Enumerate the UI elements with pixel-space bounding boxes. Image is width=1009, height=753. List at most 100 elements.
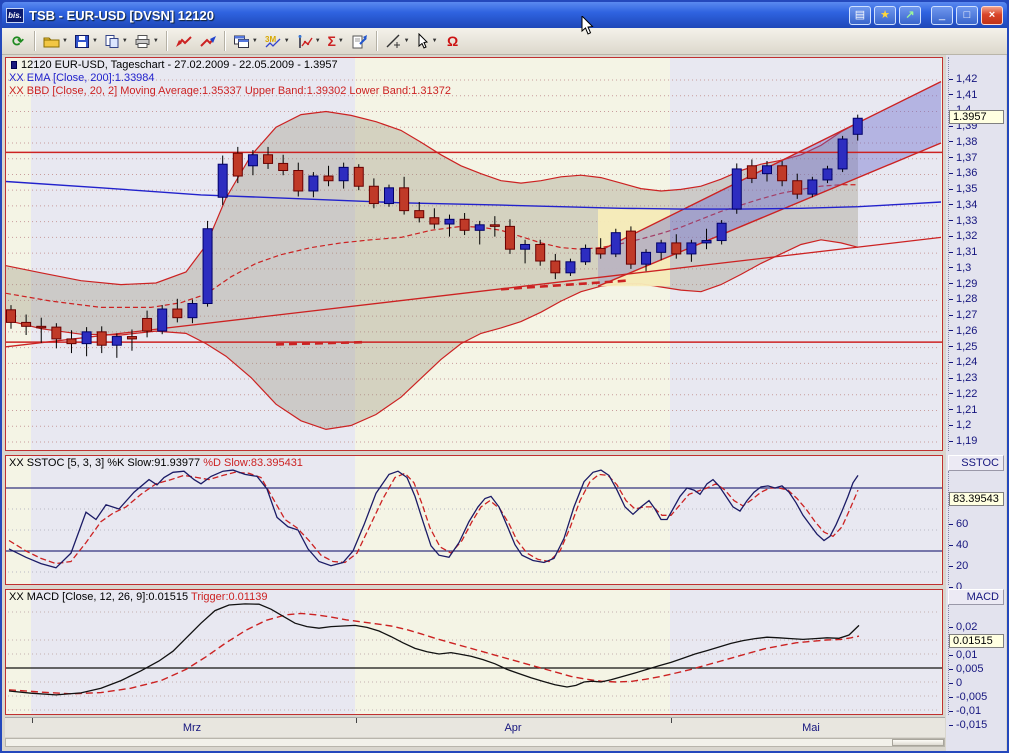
dropdown-arrow-icon[interactable]: ▼ xyxy=(62,38,68,44)
dropdown-arrow-icon[interactable]: ▼ xyxy=(92,38,98,44)
formula-sigma-icon: Σ xyxy=(327,34,335,48)
magnet-icon: Ω xyxy=(447,34,458,48)
axis-tick-label: 1,34 xyxy=(949,199,977,211)
properties-icon xyxy=(351,34,368,49)
properties-button[interactable] xyxy=(348,30,372,52)
chart-windows-icon xyxy=(233,34,250,49)
favorite-button[interactable]: ★ xyxy=(874,6,896,25)
chart-workspace: 12120 EUR-USD, Tageschart - 27.02.2009 -… xyxy=(2,55,1007,751)
dropdown-arrow-icon[interactable]: ▼ xyxy=(153,38,159,44)
axis-tick-label: 1,23 xyxy=(949,372,977,384)
time-axis-label: Mrz xyxy=(183,722,201,734)
axis-tick-label: 0,02 xyxy=(949,621,977,633)
mouse-cursor xyxy=(581,16,595,36)
axis-tick-label: 20 xyxy=(949,560,968,572)
main-price-chart[interactable]: 12120 EUR-USD, Tageschart - 27.02.2009 -… xyxy=(5,57,943,451)
current-value-box: 0.01515 xyxy=(949,634,1004,648)
study-button[interactable]: ▼ xyxy=(293,30,324,52)
axis-tick-label: 1,24 xyxy=(949,356,977,368)
application-window: bis. TSB - EUR-USD [DVSN] 12120 ▤ ★ ↗ _ … xyxy=(0,0,1009,753)
refresh-button[interactable]: ⟳ xyxy=(6,30,30,52)
sstoc-indicator-panel[interactable]: XX SSTOC [5, 3, 3] %K Slow:91.93977 %D S… xyxy=(5,455,943,585)
dropdown-arrow-icon[interactable]: ▼ xyxy=(122,38,128,44)
dropdown-arrow-icon[interactable]: ▼ xyxy=(404,38,410,44)
axis-tick-label: 0,01 xyxy=(949,649,977,661)
time-axis-tick xyxy=(671,718,672,723)
axis-tick-label: 1,38 xyxy=(949,136,977,148)
axis-tick-label: 1,37 xyxy=(949,152,977,164)
time-axis-tick xyxy=(356,718,357,723)
axis-tick-label: 1,31 xyxy=(949,246,977,258)
timeframe-icon: 3M xyxy=(264,34,282,49)
maximize-button[interactable]: □ xyxy=(956,6,978,25)
macd-legend-trigger: Trigger:0.01139 xyxy=(191,591,267,603)
axis-tick-label: 1,28 xyxy=(949,293,977,305)
dropdown-arrow-icon[interactable]: ▼ xyxy=(338,38,344,44)
axis-tick-label: 1,19 xyxy=(949,435,977,447)
close-button[interactable]: × xyxy=(981,6,1003,25)
axis-tick-label: 60 xyxy=(949,518,968,530)
axis-tick-label: 1,22 xyxy=(949,388,977,400)
open-button[interactable]: ▼ xyxy=(40,30,71,52)
toolbar-separator xyxy=(376,31,378,51)
minimize-button[interactable]: _ xyxy=(931,6,953,25)
link-button[interactable]: ↗ xyxy=(899,6,921,25)
prev-chart-button[interactable] xyxy=(172,30,196,52)
bbd-legend-text: XX BBD [Close, 20, 2] Moving Average:1.3… xyxy=(9,85,451,98)
sstoc-axis-header: SSTOC xyxy=(948,455,1004,471)
save-button[interactable]: ▼ xyxy=(71,30,101,52)
print-button[interactable]: ▼ xyxy=(131,30,162,52)
time-axis: MrzAprMai xyxy=(5,717,945,737)
next-chart-icon xyxy=(199,34,217,49)
current-value-box: 1.3957 xyxy=(949,110,1004,124)
sstoc-legend: XX SSTOC [5, 3, 3] %K Slow:91.93977 %D S… xyxy=(9,457,303,470)
macd-axis-header: MACD xyxy=(948,589,1004,605)
timeframe-button[interactable]: 3M▼ xyxy=(261,30,293,52)
refresh-icon: ⟳ xyxy=(12,34,24,48)
title-bar[interactable]: bis. TSB - EUR-USD [DVSN] 12120 ▤ ★ ↗ _ … xyxy=(2,2,1007,28)
magnet-button[interactable]: Ω xyxy=(441,30,465,52)
chart-windows-button[interactable]: ▼ xyxy=(230,30,261,52)
axis-tick-label: 1,3 xyxy=(949,262,971,274)
macd-axis[interactable]: 0,020,010,0050-0,005-0,01-0,0150.01515 xyxy=(948,605,1004,715)
dropdown-arrow-icon[interactable]: ▼ xyxy=(284,38,290,44)
formula-button[interactable]: Σ▼ xyxy=(324,30,348,52)
macd-indicator-panel[interactable]: XX MACD [Close, 12, 26, 9]:0.01515 Trigg… xyxy=(5,589,943,715)
prev-chart-icon xyxy=(175,34,193,49)
dropdown-arrow-icon[interactable]: ▼ xyxy=(252,38,258,44)
ema-legend-text: XX EMA [Close, 200]:1.33984 xyxy=(9,72,451,85)
panel-layout-button[interactable]: ▤ xyxy=(849,6,871,25)
dropdown-arrow-icon[interactable]: ▼ xyxy=(432,38,438,44)
pointer-tool-button[interactable]: ▼ xyxy=(413,30,441,52)
sstoc-legend-d: %D Slow:83.395431 xyxy=(203,457,303,469)
axis-tick-label: 1,29 xyxy=(949,278,977,290)
main-chart-legend: 12120 EUR-USD, Tageschart - 27.02.2009 -… xyxy=(9,59,451,98)
dropdown-arrow-icon[interactable]: ▼ xyxy=(315,38,321,44)
current-value-box: 83.39543 xyxy=(949,492,1004,506)
study-icon xyxy=(296,34,313,49)
sstoc-axis[interactable]: 80604020083.39543 xyxy=(948,471,1004,585)
axis-tick-label: 1,32 xyxy=(949,230,977,242)
time-axis-tick xyxy=(32,718,33,723)
line-tool-button[interactable]: ▼ xyxy=(382,30,413,52)
axis-tick-label: 1,42 xyxy=(949,73,977,85)
sstoc-legend-k: XX SSTOC [5, 3, 3] %K Slow:91.93977 xyxy=(9,457,203,469)
axis-tick-label: 1,33 xyxy=(949,215,977,227)
macd-legend: XX MACD [Close, 12, 26, 9]:0.01515 Trigg… xyxy=(9,591,267,604)
chart-title-text: 12120 EUR-USD, Tageschart - 27.02.2009 -… xyxy=(21,59,338,71)
toolbar-separator xyxy=(166,31,168,51)
time-axis-label: Apr xyxy=(504,722,521,734)
axis-tick-label: 1,2 xyxy=(949,419,971,431)
next-chart-button[interactable] xyxy=(196,30,220,52)
scrollbar-thumb[interactable] xyxy=(892,739,944,746)
copy-button[interactable]: ▼ xyxy=(101,30,131,52)
value-axis-column: 1,421,411,41,391,381,371,361,351,341,331… xyxy=(946,55,1006,751)
price-axis[interactable]: 1,421,411,41,391,381,371,361,351,341,331… xyxy=(948,57,1004,451)
axis-tick-label: 1,25 xyxy=(949,341,977,353)
axis-tick-label: 0 xyxy=(949,677,962,689)
line-tool-icon xyxy=(385,34,402,49)
axis-tick-label: 1,21 xyxy=(949,404,977,416)
axis-tick-label: 1,36 xyxy=(949,167,977,179)
horizontal-scrollbar[interactable] xyxy=(5,738,945,747)
instrument-icon xyxy=(11,61,17,69)
